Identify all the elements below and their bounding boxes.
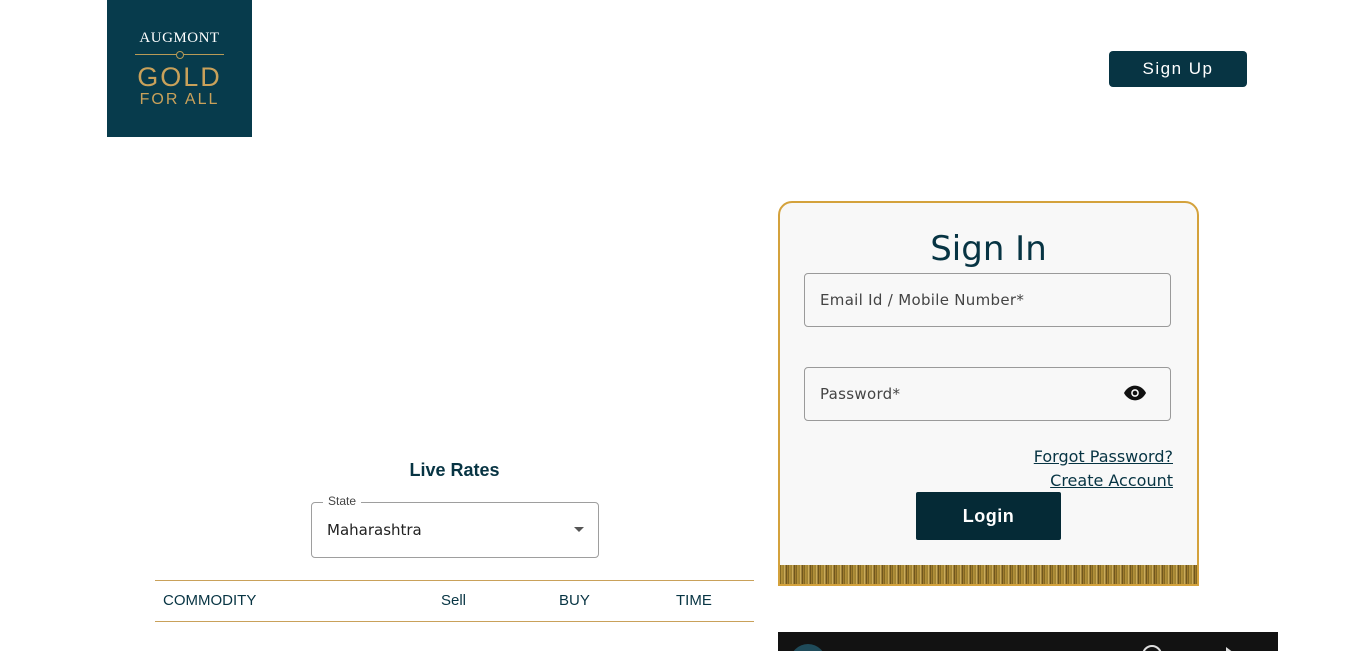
logo-brand-text: AUGMONT: [139, 30, 220, 46]
caret-down-icon: [574, 527, 584, 532]
rates-table-header: COMMODITY Sell BUY TIME: [155, 580, 754, 622]
state-select-value: Maharashtra: [327, 521, 422, 539]
live-rates-title: Live Rates: [409, 460, 500, 480]
eye-icon[interactable]: [1124, 385, 1146, 401]
create-account-link[interactable]: Create Account: [1050, 471, 1173, 490]
sign-in-card: Sign In Forgot Password? Create Account …: [778, 201, 1199, 586]
logo-gold-text: GOLD: [137, 62, 222, 92]
login-button[interactable]: Login: [916, 492, 1061, 540]
share-icon[interactable]: [1226, 647, 1234, 651]
brand-logo[interactable]: AUGMONT GOLD FOR ALL: [107, 0, 252, 137]
logo-ornament-icon: [176, 51, 184, 59]
password-input[interactable]: [805, 368, 1170, 420]
logo-forall-text: FOR ALL: [139, 91, 220, 108]
email-field-wrapper: [804, 273, 1171, 327]
state-select[interactable]: State Maharashtra: [311, 494, 599, 558]
column-header-buy: BUY: [559, 592, 590, 609]
info-icon[interactable]: [1142, 645, 1162, 651]
forgot-password-link[interactable]: Forgot Password?: [1034, 447, 1173, 466]
sign-up-button[interactable]: Sign Up: [1109, 51, 1247, 87]
state-select-label: State: [323, 494, 362, 508]
gold-texture-banner: [780, 565, 1197, 584]
column-header-commodity: COMMODITY: [163, 592, 257, 609]
password-field-wrapper: [804, 367, 1171, 421]
channel-avatar[interactable]: [790, 644, 826, 651]
column-header-sell: Sell: [441, 592, 467, 609]
email-input[interactable]: [805, 274, 1170, 326]
sign-in-title: Sign In: [930, 229, 1047, 269]
column-header-time: TIME: [676, 592, 712, 609]
video-player[interactable]: [778, 632, 1278, 651]
